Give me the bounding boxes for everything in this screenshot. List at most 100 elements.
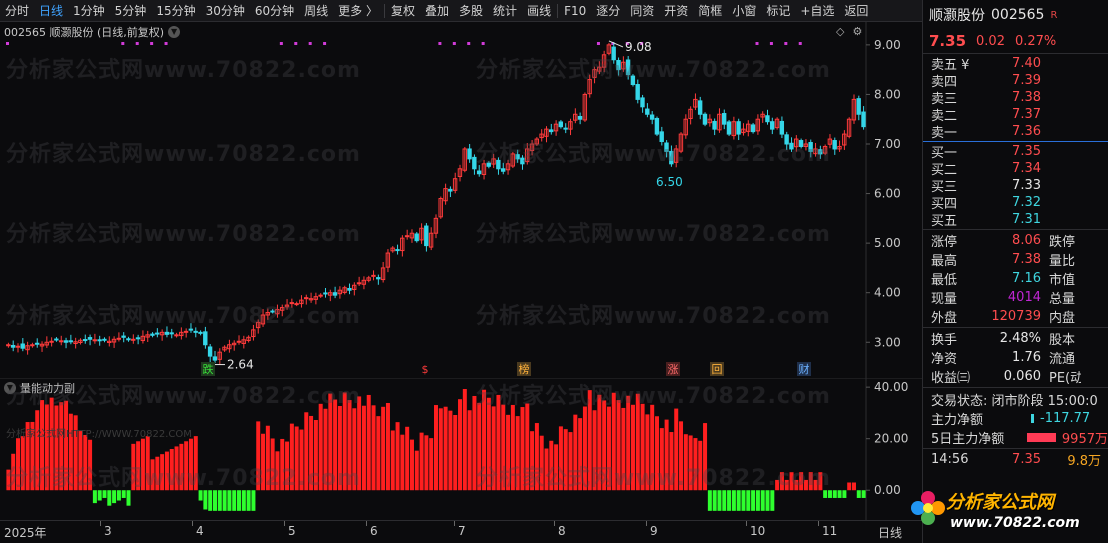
ask-level[interactable]: 卖四 7.39 xyxy=(923,72,1108,90)
toolbar-item-17[interactable]: 开资 xyxy=(659,0,693,22)
stat-value: 8.06 xyxy=(1012,233,1041,248)
toolbar-item-5[interactable]: 30分钟 xyxy=(201,0,250,22)
indicator-y-tick-label: 0.00 xyxy=(874,483,901,497)
indicator-bar xyxy=(126,490,131,506)
candle-body xyxy=(659,131,664,143)
candlestick-chart[interactable]: 9.00 8.00 7.00 6.00 5.00 4.00 3.00 9.08 2.64 6.50… xyxy=(0,22,922,378)
event-badge-label: $ xyxy=(422,363,429,376)
indicator-bar xyxy=(539,435,544,491)
x-axis-label: 2025年 xyxy=(4,526,47,540)
toolbar-item-11[interactable]: 多股 xyxy=(454,0,488,22)
event-badge[interactable]: 回 xyxy=(710,362,724,376)
indicator-chart[interactable]: 40.00 20.00 0.00 xyxy=(0,378,922,520)
toolbar-item-9[interactable]: 复权 xyxy=(386,0,420,22)
toolbar-item-1[interactable]: 日线 xyxy=(34,0,68,22)
fund-flow-bar xyxy=(1031,414,1034,423)
indicator-bar xyxy=(121,490,126,498)
bid-level[interactable]: 买四 7.32 xyxy=(923,194,1108,212)
ask-level[interactable]: 卖一 7.36 xyxy=(923,123,1108,141)
chevron-down-icon[interactable]: ▼ xyxy=(4,382,16,394)
bid-level[interactable]: 买五 7.31 xyxy=(923,211,1108,229)
candle-body xyxy=(198,331,203,334)
indicator-bar xyxy=(525,403,530,491)
stat-row: 涨停 8.06 跌停 xyxy=(923,231,1108,250)
ask-level[interactable]: 卖二 7.37 xyxy=(923,106,1108,124)
toolbar-item-16[interactable]: 同资 xyxy=(625,0,659,22)
indicator-bar xyxy=(419,432,424,491)
indicator-bar xyxy=(842,490,847,498)
diamond-icon[interactable]: ◇ xyxy=(836,25,844,38)
indicator-bar xyxy=(136,441,141,491)
candle-body xyxy=(183,330,189,333)
toolbar-item-21[interactable]: +自选 xyxy=(795,0,839,22)
toolbar-item-14[interactable]: F10 xyxy=(559,0,591,22)
fund-flow-bar xyxy=(1027,433,1056,442)
indicator-bar xyxy=(563,429,568,491)
indicator-bar xyxy=(54,405,59,491)
ask-level[interactable]: 卖三 7.38 xyxy=(923,89,1108,107)
toolbar-item-20[interactable]: 标记 xyxy=(761,0,795,22)
candle-body xyxy=(135,337,141,340)
site-logo: 分析家公式网 www.70822.com xyxy=(900,482,1108,543)
stat-label: 净资 xyxy=(931,352,958,367)
chevron-down-icon[interactable]: ▼ xyxy=(168,26,181,38)
fund-flow-row: 主力净额 -117.77 xyxy=(923,409,1108,428)
stat-label-2: 内盘 xyxy=(1049,311,1076,326)
event-badge[interactable]: 涨 xyxy=(666,362,680,376)
indicator-bar xyxy=(405,426,410,491)
toolbar-item-13[interactable]: 画线 xyxy=(522,0,556,22)
toolbar-item-6[interactable]: 60分钟 xyxy=(250,0,299,22)
bid-level[interactable]: 买二 7.34 xyxy=(923,160,1108,178)
toolbar-item-4[interactable]: 15分钟 xyxy=(151,0,200,22)
toolbar-item-8[interactable]: 更多 〉 xyxy=(333,0,383,22)
toolbar-item-10[interactable]: 叠加 xyxy=(420,0,454,22)
candle-body xyxy=(10,344,16,348)
indicator-bar xyxy=(655,416,660,491)
bid-level[interactable]: 买一 7.35 xyxy=(923,143,1108,161)
indicator-bar xyxy=(606,406,611,491)
settings-icon[interactable]: ⚙ xyxy=(852,25,862,38)
indicator-bar xyxy=(400,434,405,491)
indicator-title[interactable]: ▼ 量能动力副 xyxy=(4,380,75,396)
toolbar-item-19[interactable]: 小窗 xyxy=(727,0,761,22)
indicator-bar xyxy=(515,416,520,491)
toolbar-item-12[interactable]: 统计 xyxy=(488,0,522,22)
stat-row: 收益㈢ 0.060 PE(动) xyxy=(923,367,1108,386)
event-badge[interactable]: $ xyxy=(418,362,432,376)
toolbar-item-0[interactable]: 分时 xyxy=(0,0,34,22)
candle-body xyxy=(486,162,491,167)
indicator-bar xyxy=(433,405,439,491)
fund-flow-label: 5日主力净额 xyxy=(931,432,1005,447)
chart-title[interactable]: 002565 顺灏股份 (日线,前复权) ▼ xyxy=(4,24,181,40)
indicator-bar xyxy=(155,456,160,491)
x-axis-tick xyxy=(284,521,285,526)
candle-body xyxy=(697,100,703,115)
stock-header: 顺灏股份 002565 R xyxy=(923,0,1108,30)
indicator-bar xyxy=(549,440,554,491)
event-badge[interactable]: 榜 xyxy=(517,362,531,376)
event-badge[interactable]: 财 xyxy=(797,362,811,376)
toolbar-item-18[interactable]: 简框 xyxy=(693,0,727,22)
toolbar-item-3[interactable]: 5分钟 xyxy=(110,0,152,22)
tick-price: 7.35 xyxy=(1012,452,1041,467)
indicator-bar xyxy=(40,400,45,491)
indicator-bar xyxy=(294,426,299,491)
signal-marker xyxy=(6,42,9,45)
signal-marker xyxy=(467,42,471,45)
toolbar-item-15[interactable]: 逐分 xyxy=(591,0,625,22)
bid-level[interactable]: 买三 7.33 xyxy=(923,177,1108,195)
ask-level[interactable]: 卖五 ¥7.40 xyxy=(923,55,1108,73)
toolbar-item-2[interactable]: 1分钟 xyxy=(68,0,110,22)
toolbar-item-7[interactable]: 周线 xyxy=(299,0,333,22)
candle-body xyxy=(193,330,198,333)
indicator-bar xyxy=(217,490,222,511)
candle-body xyxy=(404,235,410,238)
event-badge[interactable]: 跌 xyxy=(201,362,215,376)
indicator-bar xyxy=(342,392,347,491)
candle-body xyxy=(577,115,583,120)
event-badge-label: 榜 xyxy=(519,362,530,376)
indicator-bar xyxy=(645,414,650,491)
toolbar-item-22[interactable]: 返回 xyxy=(839,0,873,22)
indicator-bar xyxy=(544,448,549,491)
stat-value: 1.76 xyxy=(1012,350,1041,365)
